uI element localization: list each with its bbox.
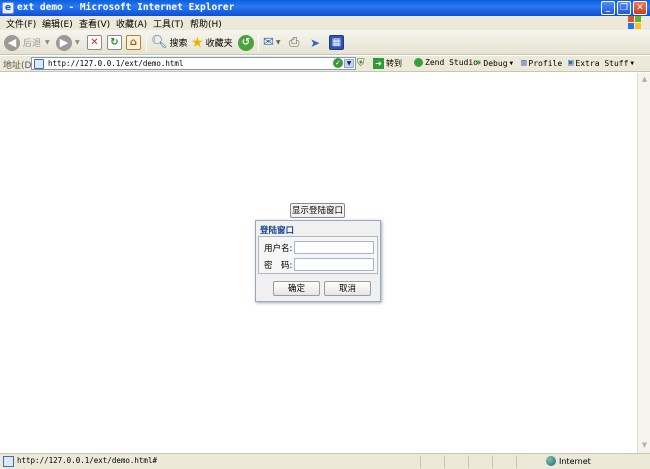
title-bar: e ext demo - Microsoft Internet Explorer… [0, 0, 650, 16]
extra-stuff-dropdown-icon[interactable]: ▼ [630, 60, 634, 67]
check-icon: ✓ [333, 58, 343, 68]
link-zend-studio[interactable]: Zend Studio [414, 58, 478, 67]
menu-edit[interactable]: 编辑(E) [42, 17, 73, 30]
maximize-button[interactable]: ❐ [617, 1, 631, 15]
address-bar: 地址(D) http://127.0.0.1/ext/demo.html ▼ ✓… [0, 56, 650, 72]
cursor-icon: ➤ [310, 35, 321, 50]
history-icon: ↺ [238, 34, 254, 51]
go-dropdown-button[interactable]: ✓ [333, 58, 343, 68]
stop-button[interactable]: ✕ [87, 33, 102, 52]
link-profile[interactable]: ▥ Profile [521, 58, 562, 68]
go-label: 转到 [386, 59, 402, 68]
status-cell [444, 456, 466, 468]
refresh-button[interactable]: ↻ [107, 33, 122, 52]
search-label: 搜索 [169, 39, 188, 49]
forward-button[interactable]: ▶ ▼ [56, 33, 80, 52]
stop-icon: ✕ [87, 35, 102, 50]
link-profile-label: Profile [528, 58, 563, 68]
close-button[interactable]: ✕ [633, 1, 647, 15]
globe-icon [546, 456, 556, 466]
home-button[interactable]: ⌂ [126, 33, 141, 52]
menu-view[interactable]: 查看(V) [79, 17, 110, 30]
link-extra-stuff[interactable]: ▣ Extra Stuff ▼ [568, 58, 634, 68]
back-button[interactable]: ◀ 后退 ▼ [4, 33, 50, 52]
menu-favorites[interactable]: 收藏(A) [116, 17, 147, 30]
link-zend-studio-label: Zend Studio [425, 58, 478, 67]
menu-bar: 文件(F) 编辑(E) 查看(V) 收藏(A) 工具(T) 帮助(H) [0, 16, 650, 30]
star-icon: ★ [191, 34, 204, 51]
ie-app-icon[interactable]: e [2, 2, 14, 14]
back-arrow-icon: ◀ [4, 34, 20, 51]
address-dropdown-icon[interactable]: ▼ [344, 59, 354, 68]
status-cell [492, 456, 514, 468]
print-icon: ⎙ [289, 35, 300, 50]
page-status-icon [3, 456, 14, 467]
forward-dropdown-icon[interactable]: ▼ [75, 39, 80, 46]
shield-icon: ⛨ [357, 58, 365, 69]
status-cell [420, 456, 442, 468]
login-dialog: 登陆窗口 用户名: 密 码: 确定 取消 [255, 220, 381, 302]
toolbar: ◀ 后退 ▼ ▶ ▼ ✕ ↻ ⌂ 🔍︎ 搜索 ★ 收藏夹 ↺ ✉ ▼ ⎙ ➤ ▦ [0, 30, 650, 55]
mail-icon: ✉ [263, 35, 274, 50]
search-icon: 🔍︎ [151, 35, 168, 50]
link-debug[interactable]: ✸ Debug ▼ [476, 58, 513, 68]
forward-arrow-icon: ▶ [56, 34, 72, 51]
username-label: 用户名: [264, 244, 293, 254]
zend-icon [414, 58, 423, 67]
home-icon: ⌂ [126, 35, 141, 50]
toolbar-separator [258, 34, 259, 51]
vertical-scrollbar[interactable]: ▲ ▼ [637, 73, 650, 453]
menu-help[interactable]: 帮助(H) [190, 17, 222, 30]
windows-logo-icon [628, 16, 642, 30]
page-icon [34, 59, 44, 69]
password-field[interactable] [294, 258, 374, 271]
show-login-window-button[interactable]: 显示登陆窗口 [290, 203, 345, 218]
toolbar-separator [146, 34, 147, 51]
research-button[interactable]: ▦ [329, 33, 344, 52]
cancel-button[interactable]: 取消 [324, 281, 371, 296]
username-field[interactable] [294, 241, 374, 254]
menu-file[interactable]: 文件(F) [6, 17, 36, 30]
zone-label: Internet [559, 456, 591, 466]
back-label: 后退 [23, 39, 42, 49]
status-cell [468, 456, 490, 468]
search-button[interactable]: 🔍︎ 搜索 [151, 33, 188, 52]
profile-icon: ▥ [521, 58, 527, 68]
password-label: 密 码: [264, 261, 293, 271]
print-button[interactable]: ⎙ [289, 33, 299, 52]
bug-icon: ✸ [476, 58, 482, 68]
security-button[interactable]: ⛨ [357, 58, 365, 69]
scroll-down-icon[interactable]: ▼ [639, 440, 650, 451]
favorites-button[interactable]: ★ 收藏夹 [191, 33, 233, 52]
mail-dropdown-icon[interactable]: ▼ [276, 39, 281, 46]
research-icon: ▦ [329, 35, 344, 50]
extra-stuff-icon: ▣ [568, 58, 574, 68]
ok-button[interactable]: 确定 [273, 281, 320, 296]
favorites-label: 收藏夹 [205, 39, 233, 49]
debug-dropdown-icon[interactable]: ▼ [510, 60, 514, 67]
status-cell [516, 456, 538, 468]
address-input[interactable]: http://127.0.0.1/ext/demo.html ▼ [31, 57, 356, 70]
menu-tools[interactable]: 工具(T) [153, 17, 184, 30]
login-dialog-title[interactable]: 登陆窗口 [260, 224, 294, 236]
messenger-button[interactable]: ➤ [310, 33, 320, 52]
address-url: http://127.0.0.1/ext/demo.html [48, 59, 184, 68]
link-extra-stuff-label: Extra Stuff [575, 58, 629, 68]
go-arrow-icon: ➜ [373, 58, 384, 69]
go-button[interactable]: ➜ 转到 [373, 58, 402, 69]
security-zone[interactable]: Internet [546, 456, 591, 466]
link-debug-label: Debug [483, 58, 508, 68]
history-button[interactable]: ↺ [238, 33, 254, 52]
refresh-icon: ↻ [107, 35, 122, 50]
status-bar: http://127.0.0.1/ext/demo.html# Internet [0, 453, 650, 469]
mail-button[interactable]: ✉ ▼ [263, 33, 281, 52]
status-text: http://127.0.0.1/ext/demo.html# [17, 456, 157, 465]
minimize-button[interactable]: _ [601, 1, 615, 15]
login-form: 用户名: 密 码: [258, 236, 378, 274]
scroll-up-icon[interactable]: ▲ [639, 74, 650, 85]
back-dropdown-icon[interactable]: ▼ [45, 39, 50, 46]
window-title: ext demo - Microsoft Internet Explorer [17, 2, 235, 13]
